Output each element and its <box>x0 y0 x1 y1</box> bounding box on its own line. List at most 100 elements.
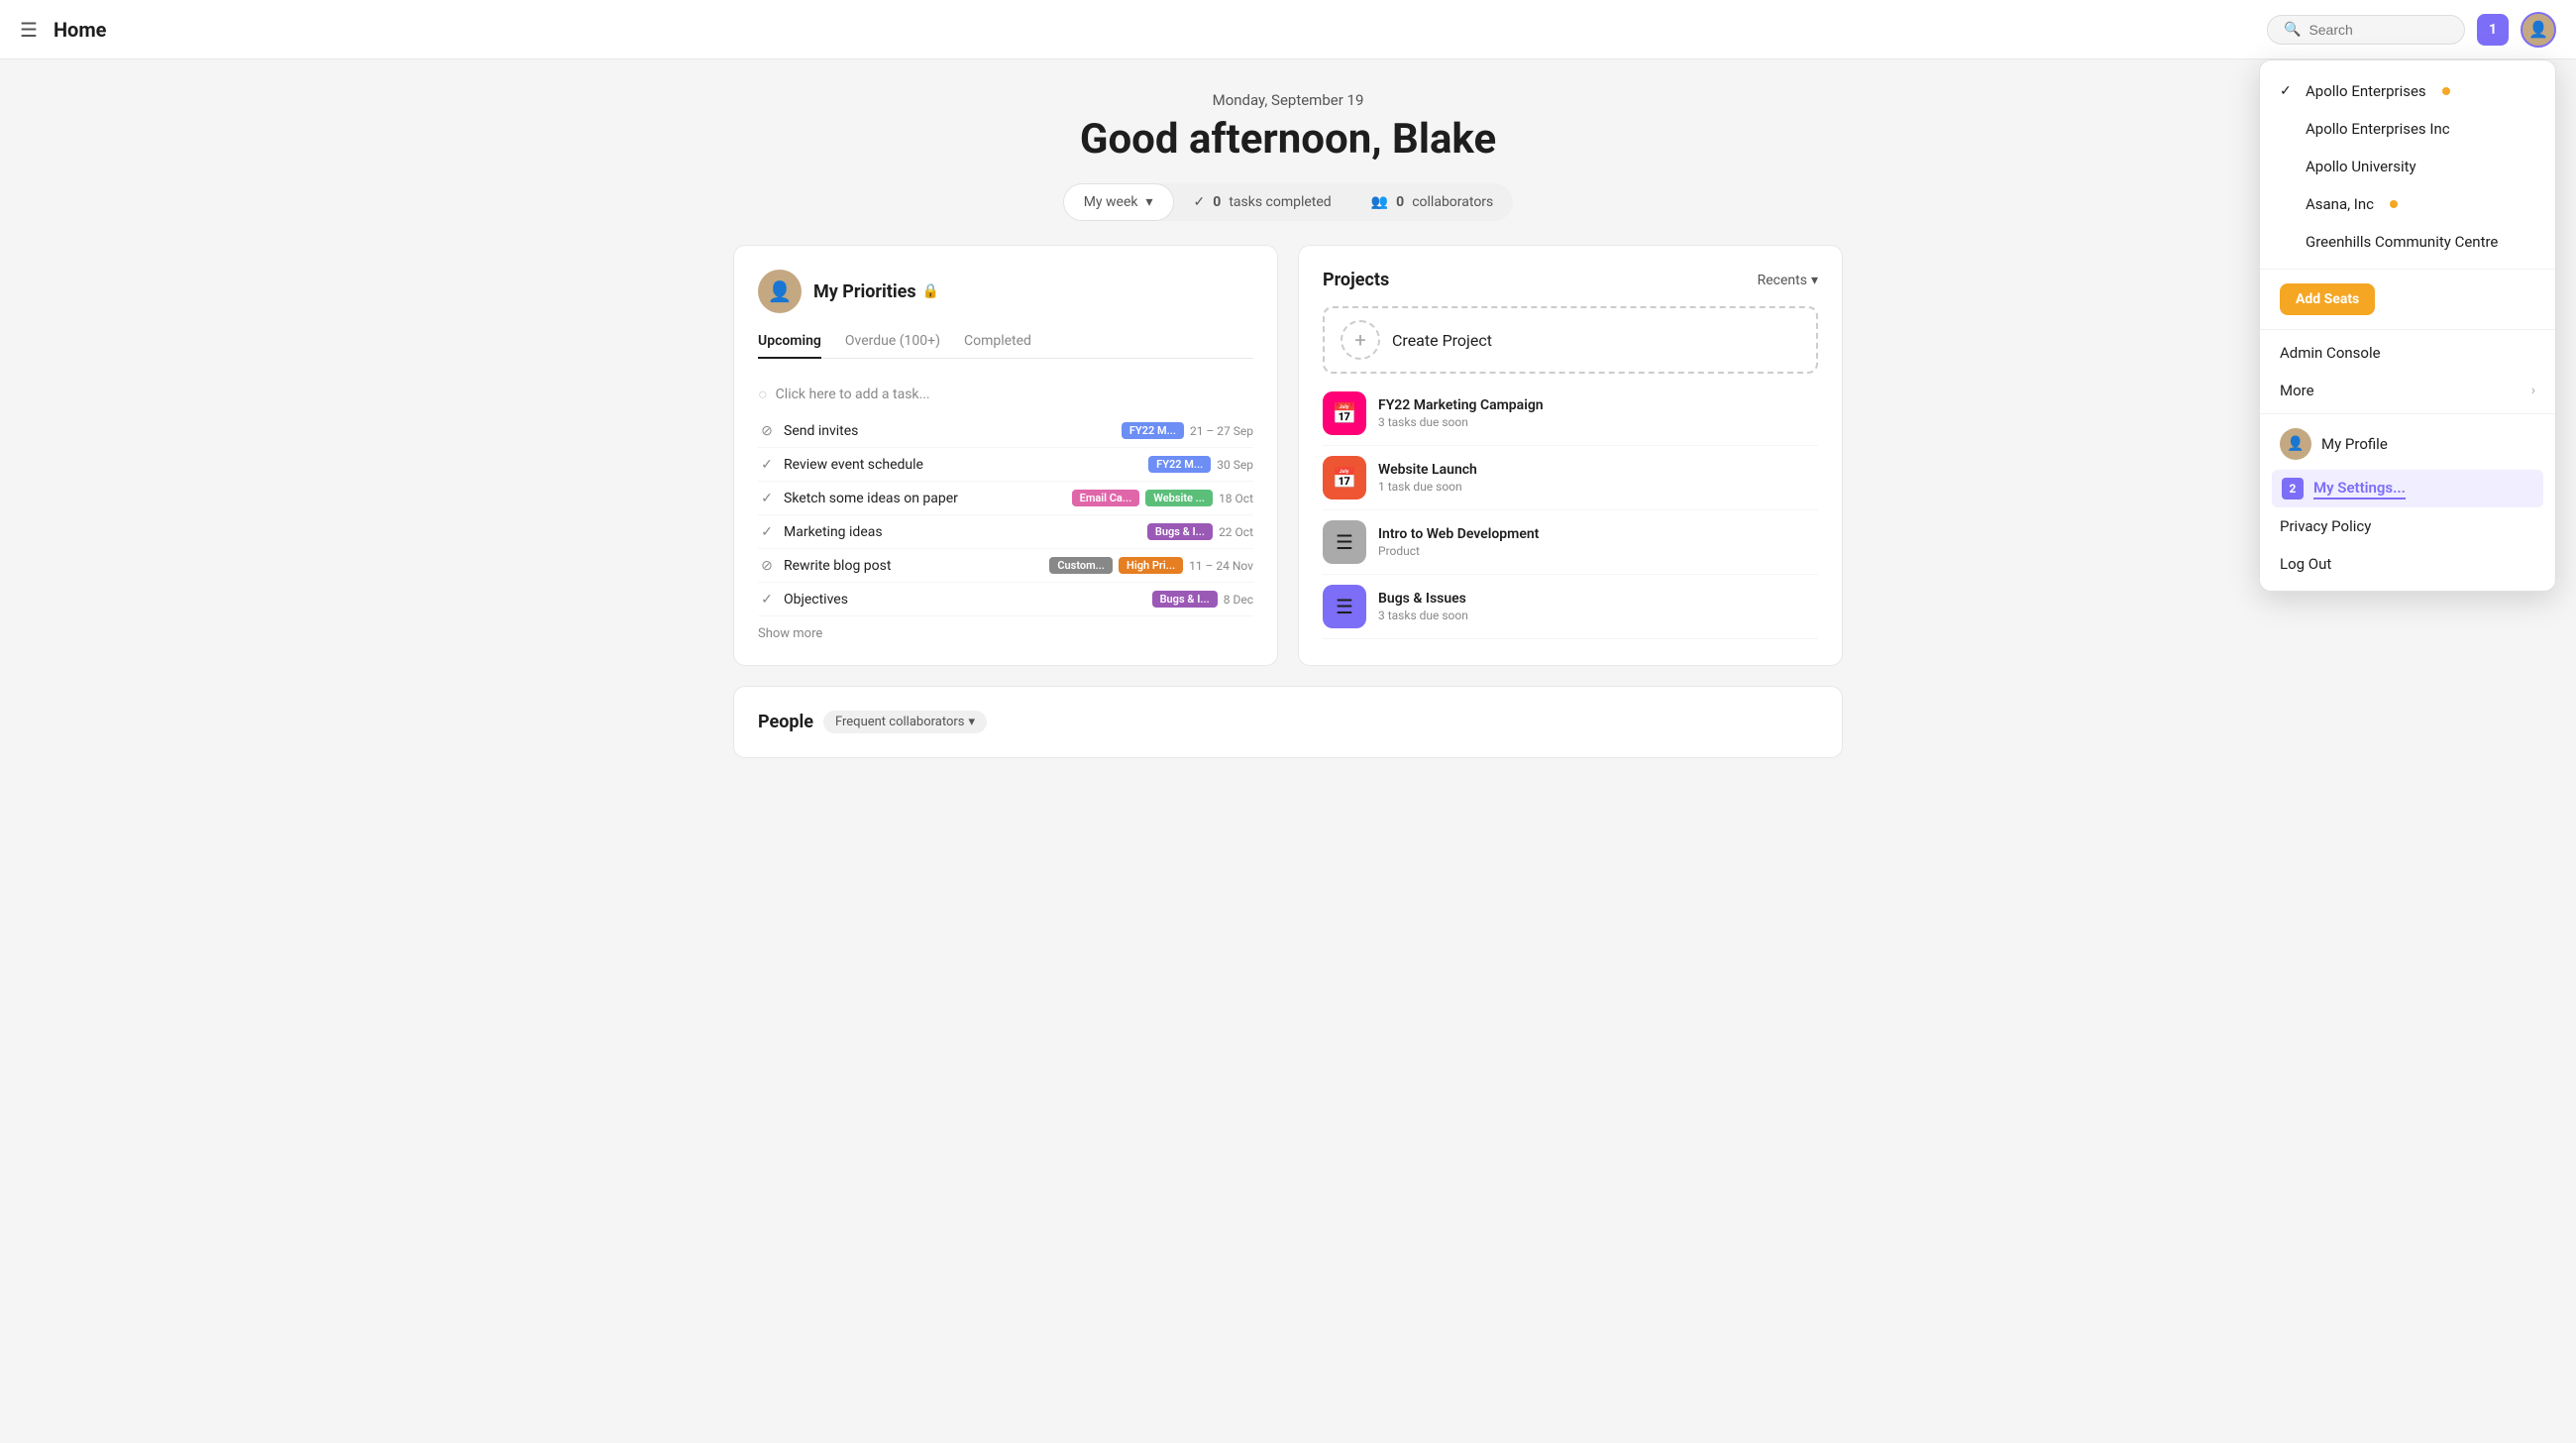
create-project-button[interactable]: + Create Project <box>1323 306 1818 374</box>
task-date: 21 – 27 Sep <box>1190 424 1253 438</box>
task-row: ✓ Review event schedule FY22 M... 30 Sep <box>758 448 1253 482</box>
project-subtitle: 1 task due soon <box>1378 480 1477 494</box>
search-bar[interactable]: 🔍 <box>2267 15 2465 45</box>
project-item[interactable]: 📅 FY22 Marketing Campaign 3 tasks due so… <box>1323 382 1818 446</box>
more-item[interactable]: More › <box>2260 372 2555 409</box>
status-dot <box>2442 87 2450 95</box>
search-icon: 🔍 <box>2284 22 2301 38</box>
task-date: 18 Oct <box>1219 492 1253 505</box>
log-out-item[interactable]: Log Out <box>2260 545 2555 583</box>
org-item-asana-inc[interactable]: ✓ Asana, Inc <box>2260 185 2555 223</box>
task-tag[interactable]: Bugs & I... <box>1147 523 1213 540</box>
task-status-icon: ✓ <box>758 457 776 473</box>
org-name: Asana, Inc <box>2306 195 2374 213</box>
show-more-button[interactable]: Show more <box>758 616 822 641</box>
hero-stats-bar: My week ▾ ✓ 0 tasks completed 👥 0 collab… <box>1063 183 1514 221</box>
hero-greeting: Good afternoon, Blake <box>733 115 1843 164</box>
project-icon: ☰ <box>1323 520 1366 564</box>
avatar-button[interactable]: 👤 <box>2521 12 2556 48</box>
project-subtitle: 3 tasks due soon <box>1378 415 1544 429</box>
lock-icon: 🔒 <box>922 283 939 299</box>
org-list: ✓ Apollo Enterprises ✓ Apollo Enterprise… <box>2260 68 2555 265</box>
task-date: 30 Sep <box>1217 458 1253 472</box>
tab-overdue[interactable]: Overdue (100+) <box>845 325 940 359</box>
log-out-label: Log Out <box>2280 555 2331 573</box>
status-dot <box>2390 200 2398 208</box>
task-date: 11 – 24 Nov <box>1189 559 1253 573</box>
people-title: People <box>758 712 813 732</box>
task-name[interactable]: Review event schedule <box>784 457 923 473</box>
admin-console-item[interactable]: Admin Console <box>2260 334 2555 372</box>
task-tag[interactable]: FY22 M... <box>1148 456 1211 473</box>
task-name[interactable]: Objectives <box>784 592 848 608</box>
task-name[interactable]: Marketing ideas <box>784 524 883 540</box>
task-row: ✓ Marketing ideas Bugs & I... 22 Oct <box>758 515 1253 549</box>
privacy-policy-item[interactable]: Privacy Policy <box>2260 507 2555 545</box>
tab-upcoming[interactable]: Upcoming <box>758 325 821 359</box>
people-header: People Frequent collaborators ▾ <box>758 711 1818 733</box>
add-task-button[interactable]: ○ Click here to add a task... <box>758 375 1253 414</box>
task-status-icon: ✓ <box>758 592 776 608</box>
separator <box>2260 329 2555 330</box>
collab-label: collaborators <box>1412 194 1493 210</box>
two-column-layout: 👤 My Priorities 🔒 Upcoming Overdue (100+… <box>733 245 1843 666</box>
project-item[interactable]: ☰ Intro to Web Development Product <box>1323 510 1818 575</box>
my-settings-item[interactable]: 2 My Settings... <box>2272 470 2543 507</box>
project-subtitle: 3 tasks due soon <box>1378 609 1468 622</box>
my-profile-item[interactable]: 👤 My Profile <box>2260 418 2555 470</box>
tab-completed[interactable]: Completed <box>964 325 1031 359</box>
org-item-apollo-university[interactable]: ✓ Apollo University <box>2260 148 2555 185</box>
task-name[interactable]: Sketch some ideas on paper <box>784 491 958 506</box>
task-tag[interactable]: Bugs & I... <box>1152 591 1218 608</box>
dropdown-menu: ✓ Apollo Enterprises ✓ Apollo Enterprise… <box>2259 59 2556 592</box>
task-status-icon: ⊘ <box>758 558 776 574</box>
task-status-icon: ✓ <box>758 524 776 540</box>
frequent-collaborators-button[interactable]: Frequent collaborators ▾ <box>823 711 987 733</box>
tasks-completed-stat: ✓ 0 tasks completed <box>1174 184 1351 220</box>
recents-button[interactable]: Recents ▾ <box>1758 273 1818 288</box>
task-tag[interactable]: High Pri... <box>1119 557 1183 574</box>
more-label: More <box>2280 382 2314 399</box>
admin-console-label: Admin Console <box>2280 344 2381 362</box>
org-item-greenhills[interactable]: ✓ Greenhills Community Centre <box>2260 223 2555 261</box>
project-item[interactable]: 📅 Website Launch 1 task due soon <box>1323 446 1818 510</box>
check-icon: ✓ <box>2280 83 2296 99</box>
project-subtitle: Product <box>1378 544 1539 558</box>
task-tag[interactable]: Email Ca... <box>1072 490 1140 506</box>
my-week-button[interactable]: My week ▾ <box>1063 183 1174 221</box>
nav-left: ☰ Home <box>20 18 106 42</box>
hero-section: Monday, September 19 Good afternoon, Bla… <box>733 59 1843 245</box>
task-name[interactable]: Send invites <box>784 423 858 439</box>
org-name: Apollo Enterprises Inc <box>2306 120 2450 138</box>
org-item-apollo-enterprises-inc[interactable]: ✓ Apollo Enterprises Inc <box>2260 110 2555 148</box>
hamburger-icon[interactable]: ☰ <box>20 18 38 42</box>
task-tag[interactable]: Website ... <box>1145 490 1213 506</box>
create-project-label: Create Project <box>1392 331 1492 350</box>
privacy-policy-label: Privacy Policy <box>2280 517 2371 535</box>
org-item-apollo-enterprises[interactable]: ✓ Apollo Enterprises <box>2260 72 2555 110</box>
chevron-right-icon: › <box>2531 383 2535 398</box>
search-input[interactable] <box>2308 22 2448 38</box>
chevron-down-icon: ▾ <box>1811 273 1818 288</box>
collaborators-stat: 👥 0 collaborators <box>1351 184 1514 220</box>
task-row: ✓ Objectives Bugs & I... 8 Dec <box>758 583 1253 616</box>
chevron-down-icon: ▾ <box>1146 194 1153 210</box>
avatar: 👤 <box>2280 428 2311 460</box>
task-row: ✓ Sketch some ideas on paper Email Ca...… <box>758 482 1253 515</box>
task-status-icon: ⊘ <box>758 423 776 439</box>
my-week-label: My week <box>1084 194 1138 210</box>
task-tag[interactable]: Custom... <box>1049 557 1113 574</box>
tasks-label: tasks completed <box>1229 194 1331 210</box>
nav-right: 🔍 1 👤 <box>2267 12 2556 48</box>
notification-badge[interactable]: 1 <box>2477 14 2509 46</box>
task-name[interactable]: Rewrite blog post <box>784 558 891 574</box>
add-seats-button[interactable]: Add Seats <box>2280 283 2375 315</box>
org-name: Apollo University <box>2306 158 2416 175</box>
page-title: Home <box>54 18 107 42</box>
task-date: 8 Dec <box>1224 593 1253 607</box>
task-tag[interactable]: FY22 M... <box>1122 422 1184 439</box>
hero-date: Monday, September 19 <box>733 91 1843 109</box>
task-row: ⊘ Send invites FY22 M... 21 – 27 Sep <box>758 414 1253 448</box>
project-item[interactable]: ☰ Bugs & Issues 3 tasks due soon <box>1323 575 1818 639</box>
projects-card: Projects Recents ▾ + Create Project 📅 FY… <box>1298 245 1843 666</box>
